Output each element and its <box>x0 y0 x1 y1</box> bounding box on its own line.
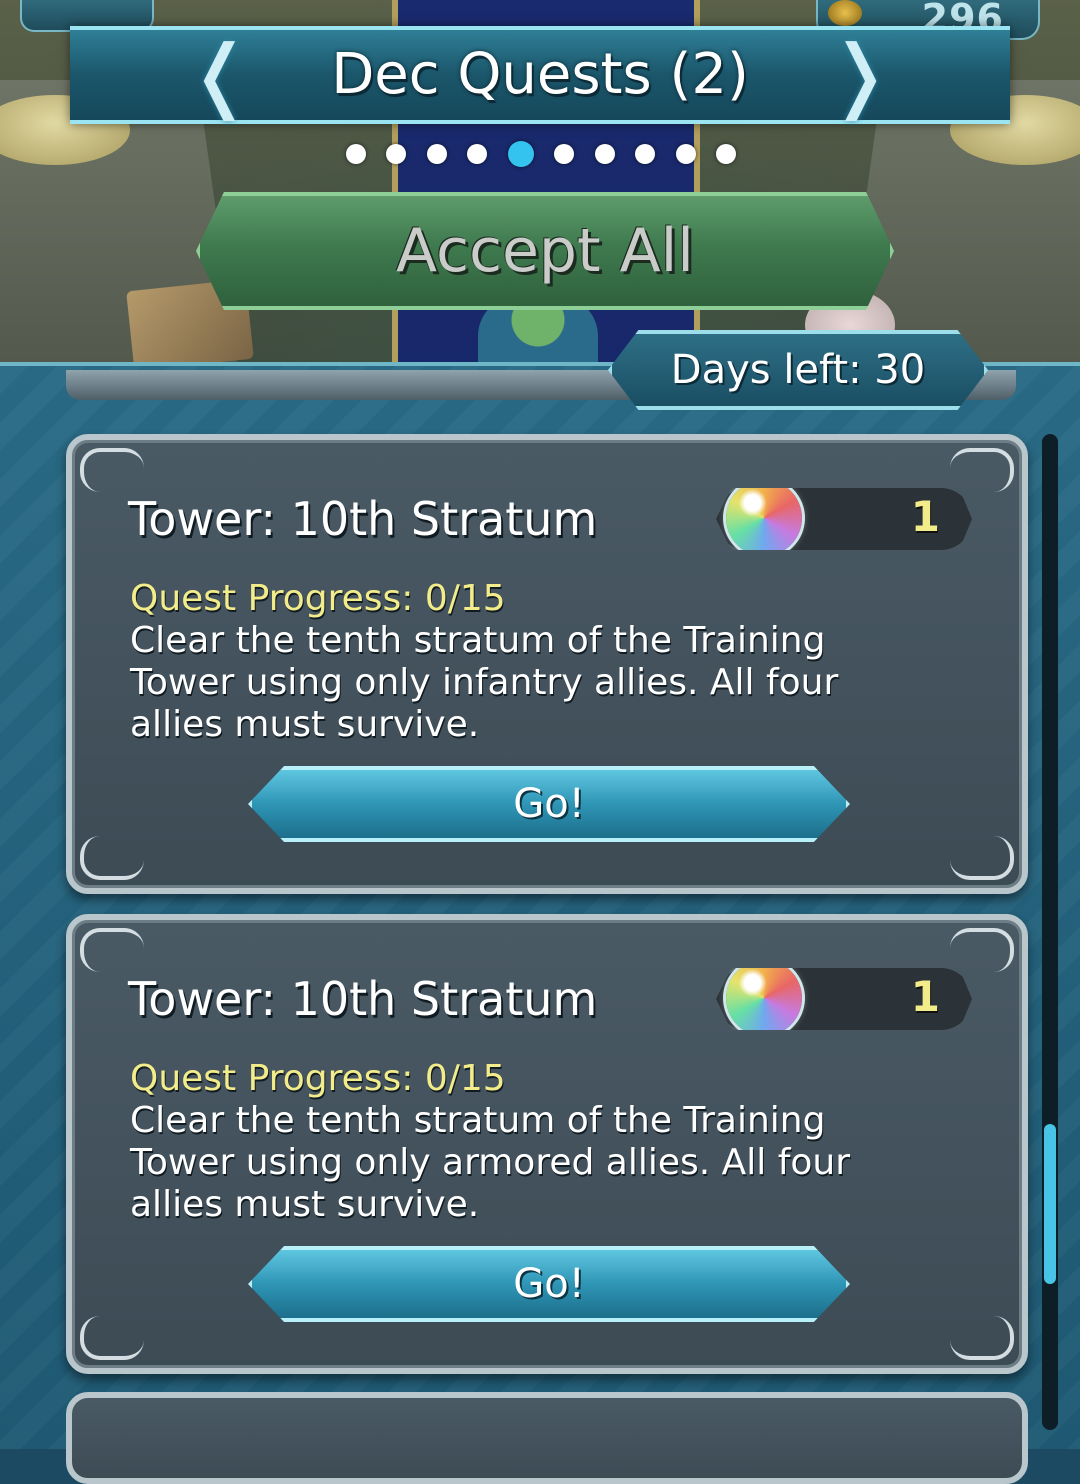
card-corner-ornament <box>80 928 144 972</box>
page-dot[interactable] <box>715 144 736 164</box>
page-dot[interactable] <box>426 144 447 164</box>
page-dot[interactable] <box>386 144 407 164</box>
page-dot[interactable] <box>594 144 615 164</box>
card-corner-ornament <box>950 1316 1014 1360</box>
reward-quantity: 1 <box>910 492 940 541</box>
page-indicator <box>346 141 736 167</box>
page-dot[interactable] <box>675 144 696 164</box>
page-dot[interactable] <box>346 144 366 164</box>
accept-all-label: Accept All <box>396 216 694 286</box>
page-dot[interactable] <box>467 144 488 164</box>
days-left-badge: Days left: 30 <box>608 330 988 410</box>
card-corner-ornament <box>80 1316 144 1360</box>
go-button-label: Go! <box>513 781 585 827</box>
card-corner-ornament <box>950 928 1014 972</box>
reward-badge: 1 <box>716 488 972 550</box>
go-button[interactable]: Go! <box>248 766 850 842</box>
card-corner-ornament <box>950 836 1014 880</box>
page-dot-active[interactable] <box>507 141 534 167</box>
quest-card: Tower: 10th Stratum 1 Quest Progress: 0/… <box>66 914 1028 1374</box>
quest-progress: Quest Progress: 0/15 <box>130 578 506 619</box>
reward-badge: 1 <box>716 968 972 1030</box>
reward-quantity: 1 <box>910 972 940 1021</box>
page-dot[interactable] <box>554 144 575 164</box>
card-corner-ornament <box>80 448 144 492</box>
accept-all-button[interactable]: Accept All <box>196 192 894 310</box>
card-corner-ornament <box>80 836 144 880</box>
days-left-text: Days left: 30 <box>670 347 926 393</box>
go-button[interactable]: Go! <box>248 1246 850 1322</box>
quest-description: Clear the tenth stratum of the Training … <box>130 620 839 745</box>
quest-card-partial <box>66 1392 1028 1484</box>
orb-icon <box>726 968 802 1030</box>
quest-description: Clear the tenth stratum of the Training … <box>130 1100 851 1225</box>
quest-title: Tower: 10th Stratum <box>128 972 598 1026</box>
quest-title: Tower: 10th Stratum <box>128 492 598 546</box>
card-corner-ornament <box>950 448 1014 492</box>
go-button-label: Go! <box>513 1261 585 1307</box>
scrollbar-thumb[interactable] <box>1044 1124 1056 1284</box>
quest-card: Tower: 10th Stratum 1 Quest Progress: 0/… <box>66 434 1028 894</box>
orb-icon <box>726 488 802 550</box>
title-bar: ❬ ❭ Dec Quests (2) <box>40 20 1040 130</box>
quest-progress: Quest Progress: 0/15 <box>130 1058 506 1099</box>
page-title: Dec Quests (2) <box>331 42 749 107</box>
page-dot[interactable] <box>635 144 656 164</box>
